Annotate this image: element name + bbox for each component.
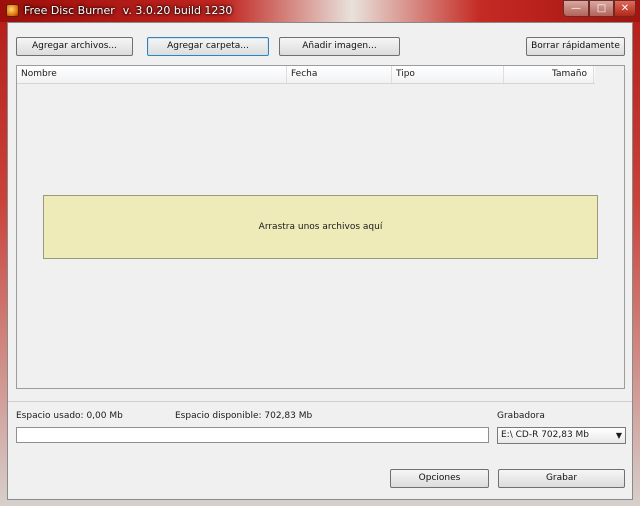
space-progress-bar xyxy=(16,427,489,443)
chevron-down-icon[interactable]: ▼ xyxy=(616,428,622,443)
quick-erase-button[interactable]: Borrar rápidamente xyxy=(526,37,625,56)
drop-zone[interactable]: Arrastra unos archivos aquí xyxy=(43,195,598,259)
file-list[interactable]: Nombre Fecha Tipo Tamaño Arrastra unos a… xyxy=(16,65,625,389)
column-header-type[interactable]: Tipo xyxy=(392,66,504,83)
section-divider xyxy=(8,401,632,402)
file-list-header: Nombre Fecha Tipo Tamaño xyxy=(17,66,595,84)
column-header-date[interactable]: Fecha xyxy=(287,66,392,83)
add-files-button[interactable]: Agregar archivos... xyxy=(16,37,133,56)
app-name: Free Disc Burner xyxy=(24,4,115,17)
column-header-name[interactable]: Nombre xyxy=(17,66,287,83)
maximize-button[interactable]: □ xyxy=(589,0,614,17)
options-button[interactable]: Opciones xyxy=(390,469,489,488)
add-image-button[interactable]: Añadir imagen... xyxy=(279,37,400,56)
window-title: Free Disc Burner v. 3.0.20 build 1230 xyxy=(24,4,232,17)
column-header-size[interactable]: Tamaño xyxy=(504,66,594,83)
space-available-label: Espacio disponible: 702,83 Mb xyxy=(175,411,313,421)
space-used-label: Espacio usado: 0,00 Mb xyxy=(16,411,123,421)
burn-button[interactable]: Grabar xyxy=(498,469,625,488)
main-panel: Agregar archivos... Agregar carpeta... A… xyxy=(7,22,633,500)
burner-select[interactable]: E:\ CD-R 702,83 Mb ▼ xyxy=(497,427,626,444)
burner-select-value: E:\ CD-R 702,83 Mb xyxy=(501,430,590,440)
app-version: v. 3.0.20 build 1230 xyxy=(122,4,233,17)
add-folder-button[interactable]: Agregar carpeta... xyxy=(147,37,269,56)
title-bar[interactable]: Free Disc Burner v. 3.0.20 build 1230 — □… xyxy=(0,0,640,22)
burner-label: Grabadora xyxy=(497,411,545,421)
disc-app-icon[interactable] xyxy=(6,4,19,17)
minimize-button[interactable]: — xyxy=(563,0,589,17)
close-button[interactable]: ✕ xyxy=(614,0,636,17)
app-window: Free Disc Burner v. 3.0.20 build 1230 — □… xyxy=(0,0,640,506)
